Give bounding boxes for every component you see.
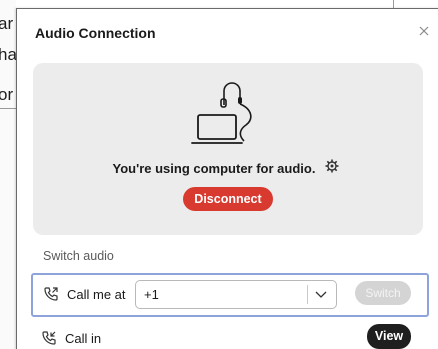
phone-incoming-icon [42, 331, 56, 345]
select-divider [307, 285, 308, 304]
call-in-label: Call in [65, 331, 102, 346]
country-code-value: +1 [144, 287, 159, 302]
audio-connection-dialog: Audio Connection You're using computer f… [16, 8, 438, 349]
gear-icon[interactable] [325, 159, 339, 173]
chevron-down-icon[interactable] [315, 289, 327, 299]
call-me-option[interactable]: Call me at +1 Switch [31, 273, 429, 317]
dialog-title: Audio Connection [35, 25, 156, 41]
background-divider [0, 108, 16, 109]
call-me-label: Call me at [67, 287, 126, 302]
close-icon[interactable] [417, 24, 431, 38]
switch-button[interactable]: Switch [355, 281, 411, 305]
disconnect-button[interactable]: Disconnect [183, 187, 273, 211]
switch-audio-label: Switch audio [43, 249, 114, 263]
phone-outgoing-icon [44, 287, 58, 301]
status-message: You're using computer for audio. [112, 161, 316, 176]
call-in-option[interactable]: Call in View [31, 321, 425, 349]
page: ar ha or Audio Connection You're using c… [0, 0, 438, 349]
view-button[interactable]: View [367, 324, 411, 349]
audio-status-panel: You're using computer for audio. Disconn… [33, 63, 423, 235]
computer-headset-icon [191, 82, 252, 144]
country-code-select[interactable]: +1 [135, 280, 337, 309]
background-window: ar ha or [0, 0, 17, 349]
background-text: ha [0, 45, 17, 64]
background-text: ar [0, 14, 14, 33]
background-text: or [0, 85, 14, 104]
